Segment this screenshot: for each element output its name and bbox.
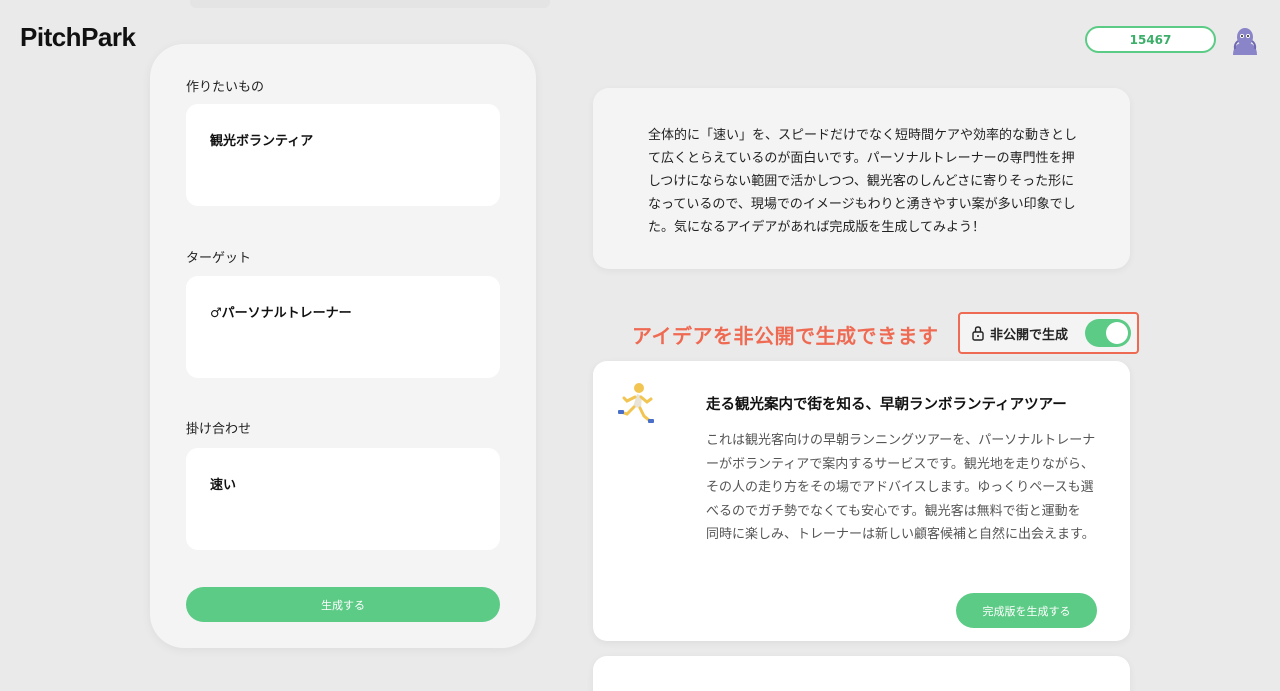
toggle-knob (1106, 322, 1128, 344)
summary-line: た。気になるアイデアがあれば完成版を生成してみよう！ (648, 220, 985, 235)
idea-description-line: べるのでガチ勢でなくても安心です。観光客は無料で街と運動を (706, 503, 1081, 519)
points-badge[interactable]: 15467 (1085, 26, 1216, 53)
idea-description-line: ーがボランティアで案内するサービスです。観光地を走りながら、 (706, 456, 1094, 472)
field-what-input[interactable]: 観光ボランティア (186, 104, 500, 206)
field-label-combine: 掛け合わせ (186, 422, 252, 437)
summary-card: 全体的に「速い」を、スピードだけでなく短時間ケアや効率的な動きとし て広くとらえ… (593, 88, 1130, 269)
generate-final-button[interactable]: 完成版を生成する (956, 593, 1097, 628)
idea-title: 走る観光案内で街を知る、早朝ランボランティアツアー (706, 397, 1067, 413)
field-target-input[interactable]: ♂パーソナルトレーナー (186, 276, 500, 378)
summary-line: て広くとらえているのが面白いです。パーソナルトレーナーの専門性を押 (648, 151, 1075, 166)
scroll-shadow (190, 0, 550, 8)
summary-line: しつけにならない範囲で活かしつつ、観光客のしんどさに寄りそった形に (648, 174, 1075, 189)
private-toggle-switch[interactable] (1085, 319, 1131, 347)
lock-icon (972, 326, 984, 341)
summary-line: なっているので、現場でのイメージもわりと湧きやすい案が多い印象でし (648, 197, 1076, 212)
field-label-target: ターゲット (186, 251, 252, 266)
idea-description-line: これは観光客向けの早朝ランニングツアーを、パーソナルトレーナ (706, 433, 1096, 448)
generate-button[interactable]: 生成する (186, 587, 500, 622)
idea-description-line: 同時に楽しみ、トレーナーは新しい顧客候補と自然に出会えます。 (706, 527, 1095, 542)
user-avatar-icon[interactable] (1229, 25, 1261, 57)
private-toggle-label: 非公開で生成 (990, 327, 1069, 343)
idea-input-panel: 作りたいもの 観光ボランティア ターゲット ♂パーソナルトレーナー 掛け合わせ … (150, 44, 536, 648)
running-person-icon (617, 381, 657, 425)
idea-card: 走る観光案内で街を知る、早朝ランボランティアツアー これは観光客向けの早朝ランニ… (593, 361, 1130, 641)
private-generation-note: アイデアを非公開で生成できます (632, 324, 939, 348)
idea-description: これは観光客向けの早朝ランニングツアーを、パーソナルトレーナ ーがボランティアで… (706, 429, 1101, 547)
field-combine-input[interactable]: 速い (186, 448, 500, 550)
idea-description-line: その人の走り方をその場でアドバイスします。ゆっくりペースも選 (706, 480, 1094, 495)
private-toggle-container[interactable]: 非公開で生成 (958, 312, 1139, 354)
field-label-what: 作りたいもの (186, 80, 265, 95)
idea-card (593, 656, 1130, 691)
summary-line: 全体的に「速い」を、スピードだけでなく短時間ケアや効率的な動きとし (648, 128, 1078, 143)
app-logo[interactable]: PitchPark (20, 22, 136, 53)
